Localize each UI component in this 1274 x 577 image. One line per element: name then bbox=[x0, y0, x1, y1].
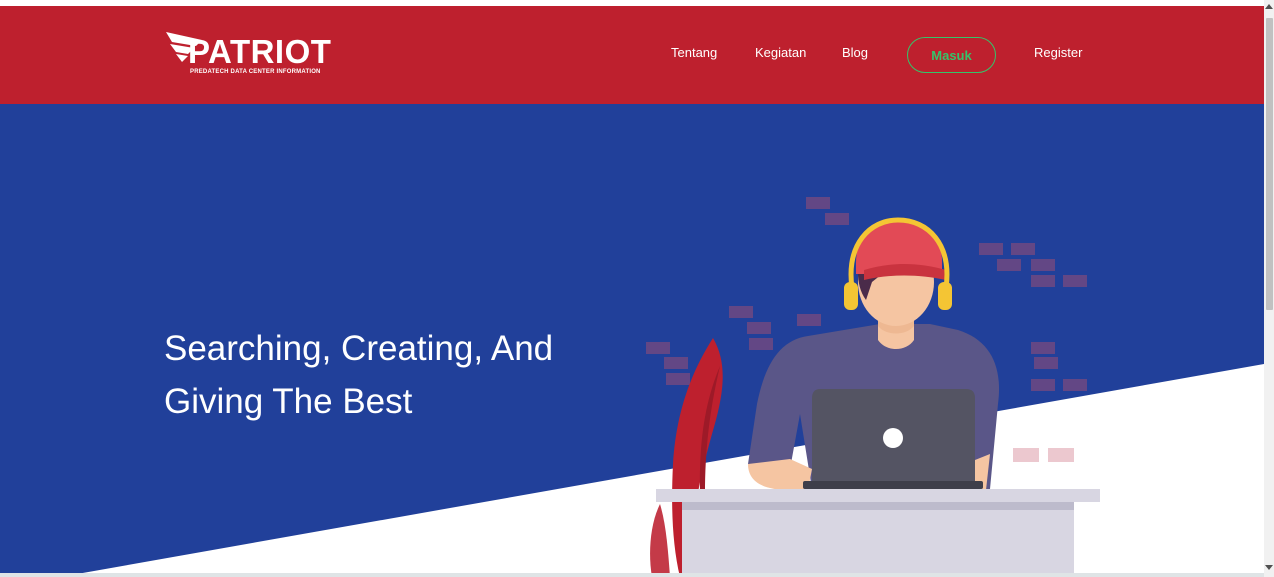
nav-link-blog[interactable]: Blog bbox=[842, 45, 868, 61]
navbar: PATRIOT PREDATECH DATA CENTER INFORMATIO… bbox=[0, 6, 1264, 104]
brand-logo[interactable]: PATRIOT PREDATECH DATA CENTER INFORMATIO… bbox=[166, 32, 331, 80]
vertical-scrollbar[interactable] bbox=[1264, 0, 1274, 577]
brand-tagline: PREDATECH DATA CENTER INFORMATION bbox=[190, 69, 321, 75]
nav-link-kegiatan[interactable]: Kegiatan bbox=[755, 45, 806, 61]
hero-section: Searching, Creating, And Giving The Best bbox=[0, 104, 1264, 577]
scroll-down-icon[interactable] bbox=[1265, 565, 1273, 570]
register-link[interactable]: Register bbox=[1034, 45, 1082, 61]
brand-name: PATRIOT bbox=[188, 33, 332, 70]
hero-title: Searching, Creating, And Giving The Best bbox=[164, 322, 624, 428]
page-bottom-edge bbox=[0, 573, 1264, 577]
hero-title-line-1: Searching, Creating, And bbox=[164, 329, 554, 368]
scrollbar-thumb[interactable] bbox=[1266, 18, 1273, 310]
hero-title-line-2: Giving The Best bbox=[164, 382, 413, 421]
nav-link-tentang[interactable]: Tentang bbox=[671, 45, 717, 61]
login-button[interactable]: Masuk bbox=[907, 37, 996, 73]
scroll-up-icon[interactable] bbox=[1265, 4, 1273, 9]
